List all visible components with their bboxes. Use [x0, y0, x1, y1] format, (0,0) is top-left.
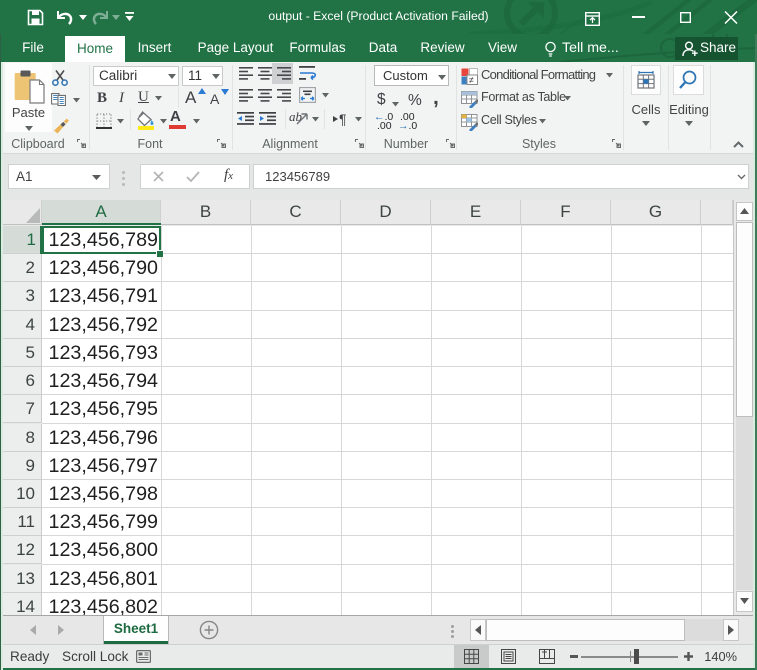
svg-text:¶: ¶: [339, 112, 347, 126]
svg-text:≠: ≠: [469, 75, 474, 85]
